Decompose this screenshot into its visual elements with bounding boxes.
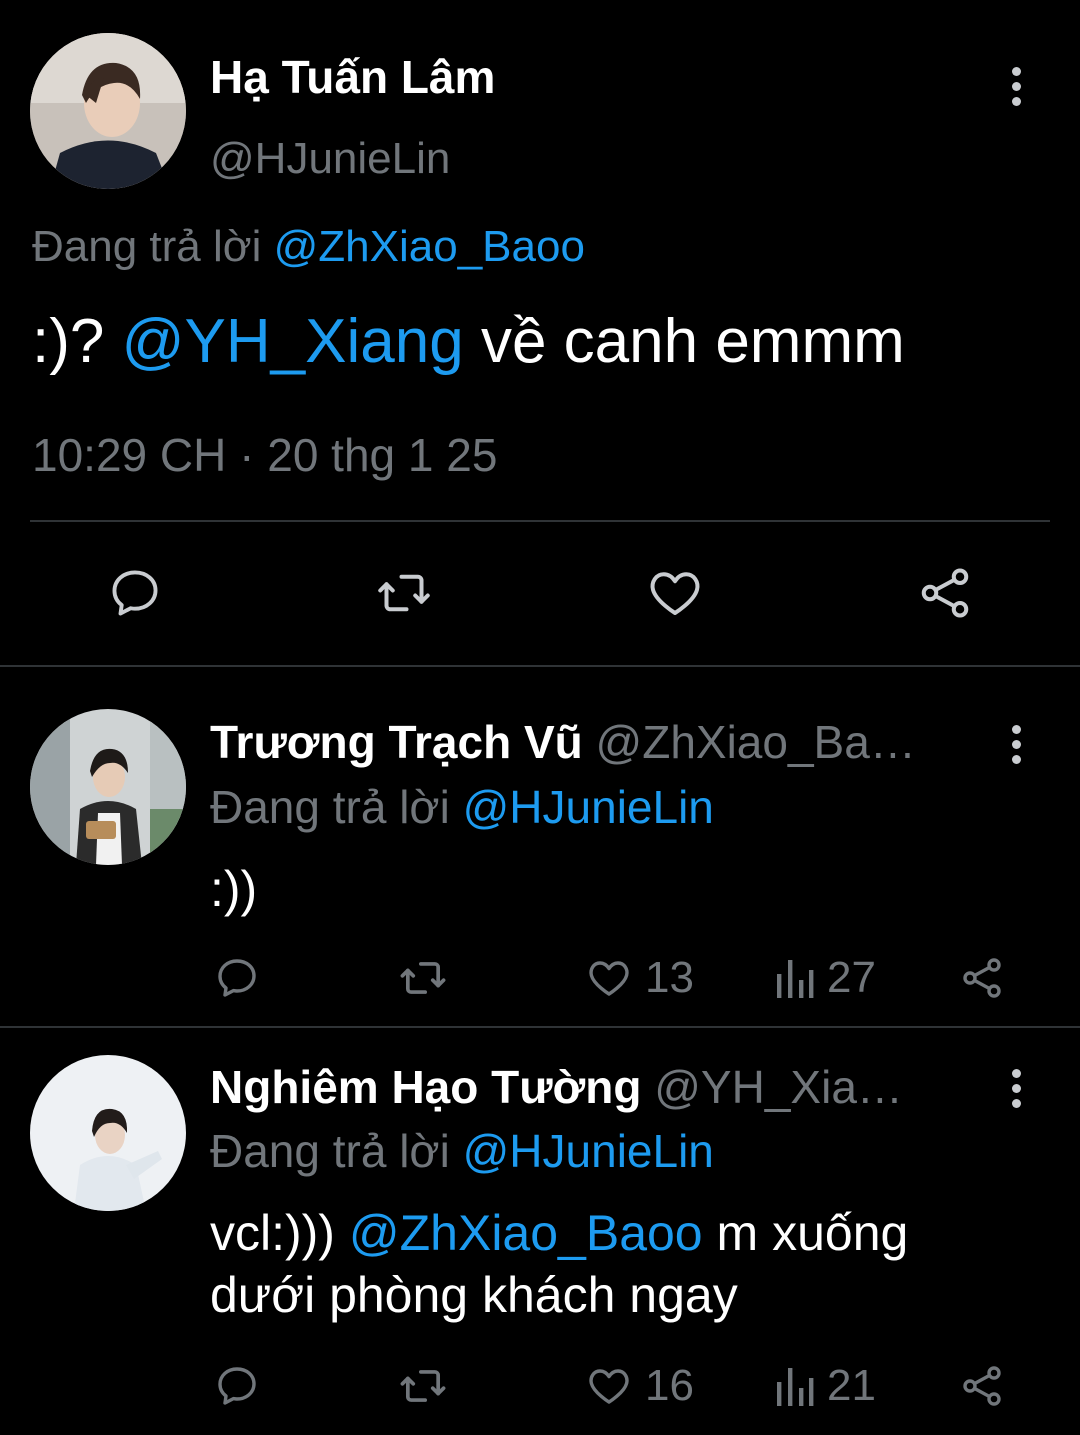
share-button[interactable] [958,953,1006,1003]
like-icon [650,572,700,615]
retweet-icon [400,1370,446,1402]
author-handle[interactable]: @HJunieLin [210,134,450,184]
reply-author-handle[interactable]: @YH_Xia… [654,1061,903,1113]
views-button[interactable]: 21 [775,1361,876,1411]
share-icon [963,958,1001,998]
like-button[interactable]: 16 [585,1361,694,1411]
reply-header: Nghiêm Hạo Tường @YH_Xia… [210,1060,903,1114]
tweet-timestamp[interactable]: 10:29 CH · 20 thg 1 25 [32,428,497,482]
like-button[interactable] [645,563,705,623]
replying-label: Đang trả lời [32,222,262,271]
tweet-text: :)? @YH_Xiang về canh emmm [32,306,905,377]
reply-button[interactable] [105,563,165,623]
divider [0,1026,1080,1028]
reply-author-handle[interactable]: @ZhXiao_Ba… [596,716,916,768]
retweet-button[interactable] [397,953,449,1003]
divider [0,665,1080,667]
view-count: 21 [827,1361,876,1410]
retweet-icon [400,962,446,994]
share-icon [963,1366,1001,1406]
share-icon [921,568,969,618]
reply-header: Trương Trạch Vũ @ZhXiao_Ba… [210,715,916,769]
like-count: 13 [645,953,694,1002]
like-icon [589,1369,629,1404]
mention-link[interactable]: @YH_Xiang [122,307,464,376]
divider [30,520,1050,522]
reply-text-prefix: vcl:))) [210,1205,335,1261]
views-icon [777,1368,814,1406]
view-count: 27 [827,953,876,1002]
tweet-time: 10:29 CH [32,429,227,481]
reply-icon [218,1367,256,1405]
author-name[interactable]: Hạ Tuấn Lâm [210,50,495,104]
retweet-button[interactable] [374,563,434,623]
share-button[interactable] [958,1361,1006,1411]
replying-label: Đang trả lời [210,1125,450,1177]
reply-avatar[interactable] [30,709,186,865]
replying-to-line: Đang trả lời @HJunieLin [210,780,714,834]
avatar-photo [30,709,186,865]
share-button[interactable] [915,563,975,623]
author-avatar[interactable] [30,33,186,189]
more-options-icon[interactable] [1010,67,1022,106]
views-icon [777,960,814,998]
replying-to-link[interactable]: @ZhXiao_Baoo [274,222,585,271]
reply-text: vcl:))) @ZhXiao_Baoo m xuống dưới phòng … [210,1202,1010,1326]
tweet-text-prefix: :)? [32,307,105,376]
more-options-icon[interactable] [1010,725,1022,764]
like-count: 16 [645,1361,694,1410]
avatar-photo [30,1055,186,1211]
avatar-photo [30,33,186,189]
like-button[interactable]: 13 [585,953,694,1003]
reply-button[interactable] [213,953,261,1003]
reply-icon [218,959,256,997]
reply-avatar[interactable] [30,1055,186,1211]
reply-text: :)) [210,861,258,917]
tweet-text-suffix: về canh emmm [480,307,905,376]
replying-to-line: Đang trả lời @ZhXiao_Baoo [32,222,585,272]
reply-button[interactable] [213,1361,261,1411]
like-icon [589,961,629,996]
retweet-icon [378,574,430,612]
meta-separator: · [239,429,255,481]
retweet-button[interactable] [397,1361,449,1411]
reply-author-name[interactable]: Trương Trạch Vũ [210,716,583,768]
reply-icon [112,570,158,616]
mention-link[interactable]: @ZhXiao_Baoo [349,1205,703,1261]
replying-to-line: Đang trả lời @HJunieLin [210,1124,714,1178]
tweet-date: 20 thg 1 25 [267,429,498,481]
more-options-icon[interactable] [1010,1069,1022,1108]
views-button[interactable]: 27 [775,953,876,1003]
replying-to-link[interactable]: @HJunieLin [463,781,714,833]
reply-author-name[interactable]: Nghiêm Hạo Tường [210,1061,641,1113]
replying-label: Đang trả lời [210,781,450,833]
replying-to-link[interactable]: @HJunieLin [463,1125,714,1177]
